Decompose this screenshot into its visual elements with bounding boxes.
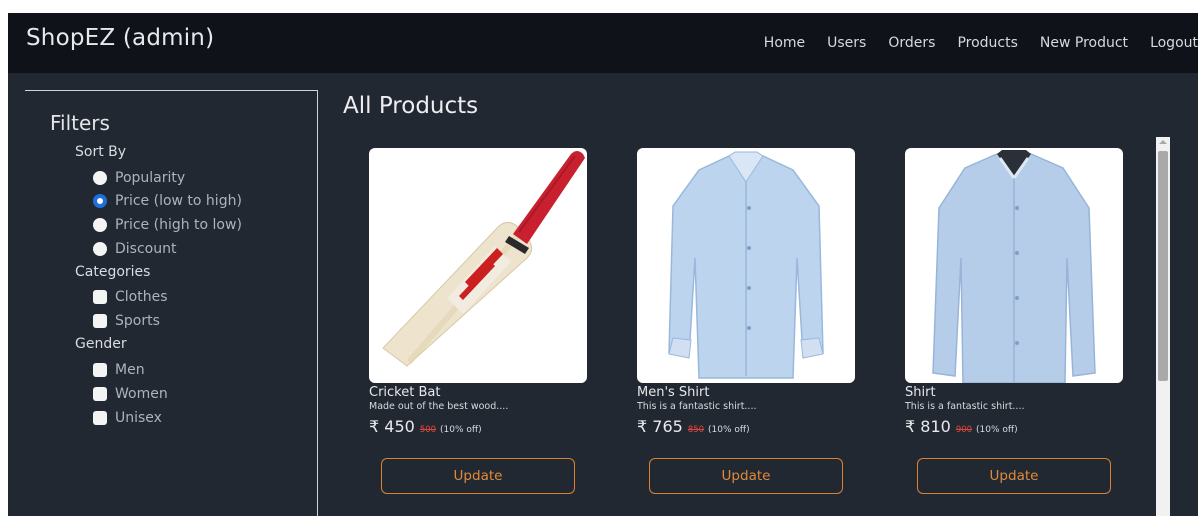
cricket-bat-image[interactable] bbox=[369, 148, 587, 383]
cricket-bat-icon bbox=[382, 151, 585, 367]
sort-option-discount[interactable]: Discount bbox=[93, 241, 176, 257]
filters-panel: Filters Sort By Popularity Price (low to… bbox=[25, 90, 318, 516]
sort-option-price-high-low[interactable]: Price (high to low) bbox=[93, 217, 242, 233]
product-card: Men's Shirt This is a fantastic shirt...… bbox=[637, 148, 855, 494]
checkbox[interactable] bbox=[93, 290, 107, 304]
navbar: ShopEZ (admin) Home Users Orders Product… bbox=[8, 13, 1198, 73]
product-description: This is a fantastic shirt.... bbox=[905, 401, 1025, 412]
product-discount: (10% off) bbox=[976, 425, 1018, 435]
gender-label: Gender bbox=[75, 336, 127, 352]
filters-title: Filters bbox=[50, 111, 110, 135]
shirt-image[interactable] bbox=[905, 148, 1123, 383]
checkbox[interactable] bbox=[93, 411, 107, 425]
sort-option-price-low-high[interactable]: Price (low to high) bbox=[93, 193, 242, 209]
radio-button[interactable] bbox=[93, 218, 107, 232]
categories-label: Categories bbox=[75, 264, 151, 280]
sort-option-label: Popularity bbox=[115, 170, 186, 186]
product-price: ₹ 810 bbox=[905, 417, 951, 436]
product-old-price: 900 bbox=[955, 425, 973, 435]
sort-by-label: Sort By bbox=[75, 144, 127, 160]
nav-link-products[interactable]: Products bbox=[957, 35, 1017, 51]
update-button[interactable]: Update bbox=[381, 458, 575, 494]
brand-title[interactable]: ShopEZ (admin) bbox=[26, 25, 214, 51]
product-old-price: 500 bbox=[419, 425, 437, 435]
product-discount: (10% off) bbox=[440, 425, 482, 435]
product-description: Made out of the best wood.... bbox=[369, 401, 509, 412]
scroll-up-arrow-icon[interactable] bbox=[1159, 140, 1167, 144]
category-option-sports[interactable]: Sports bbox=[93, 313, 160, 329]
update-button[interactable]: Update bbox=[649, 458, 843, 494]
update-button[interactable]: Update bbox=[917, 458, 1111, 494]
nav-link-orders[interactable]: Orders bbox=[888, 35, 935, 51]
product-description: This is a fantastic shirt.... bbox=[637, 401, 757, 412]
sort-option-label: Discount bbox=[115, 241, 177, 257]
nav-link-users[interactable]: Users bbox=[827, 35, 866, 51]
price-row: ₹ 450 500 (10% off) bbox=[369, 417, 587, 436]
gender-option-women[interactable]: Women bbox=[93, 386, 168, 402]
sort-option-label: Price (low to high) bbox=[115, 193, 242, 209]
price-row: ₹ 810 900 (10% off) bbox=[905, 417, 1123, 436]
category-option-label: Clothes bbox=[115, 289, 168, 305]
product-name: Men's Shirt bbox=[637, 385, 710, 400]
scroll-thumb[interactable] bbox=[1158, 151, 1168, 381]
gender-option-label: Unisex bbox=[115, 410, 162, 426]
gender-option-label: Women bbox=[115, 386, 168, 402]
nav-links: Home Users Orders Products New Product L… bbox=[764, 13, 1198, 73]
mens-shirt-image[interactable] bbox=[637, 148, 855, 383]
sort-option-label: Price (high to low) bbox=[115, 217, 242, 233]
nav-link-new-product[interactable]: New Product bbox=[1040, 35, 1128, 51]
product-card: Cricket Bat Made out of the best wood...… bbox=[369, 148, 587, 494]
product-name: Shirt bbox=[905, 385, 936, 400]
shirt-icon bbox=[668, 151, 824, 379]
product-old-price: 850 bbox=[687, 425, 705, 435]
gender-option-unisex[interactable]: Unisex bbox=[93, 410, 162, 426]
category-option-label: Sports bbox=[115, 313, 160, 329]
product-name: Cricket Bat bbox=[369, 385, 441, 400]
sort-option-popularity[interactable]: Popularity bbox=[93, 170, 185, 186]
radio-button-selected[interactable] bbox=[93, 194, 107, 208]
product-discount: (10% off) bbox=[708, 425, 750, 435]
app-window: ShopEZ (admin) Home Users Orders Product… bbox=[8, 13, 1198, 516]
gender-option-men[interactable]: Men bbox=[93, 362, 145, 378]
page-title: All Products bbox=[343, 93, 479, 119]
product-card: Shirt This is a fantastic shirt.... ₹ 81… bbox=[905, 148, 1123, 494]
radio-button[interactable] bbox=[93, 171, 107, 185]
nav-link-home[interactable]: Home bbox=[764, 35, 805, 51]
category-option-clothes[interactable]: Clothes bbox=[93, 289, 168, 305]
checkbox[interactable] bbox=[93, 387, 107, 401]
shirt-icon bbox=[932, 150, 1096, 383]
products-scrollbar[interactable] bbox=[1156, 137, 1170, 516]
checkbox[interactable] bbox=[93, 314, 107, 328]
product-price: ₹ 450 bbox=[369, 417, 415, 436]
price-row: ₹ 765 850 (10% off) bbox=[637, 417, 855, 436]
checkbox[interactable] bbox=[93, 363, 107, 377]
nav-link-logout[interactable]: Logout bbox=[1150, 35, 1198, 51]
product-price: ₹ 765 bbox=[637, 417, 683, 436]
radio-button[interactable] bbox=[93, 242, 107, 256]
gender-option-label: Men bbox=[115, 362, 145, 378]
